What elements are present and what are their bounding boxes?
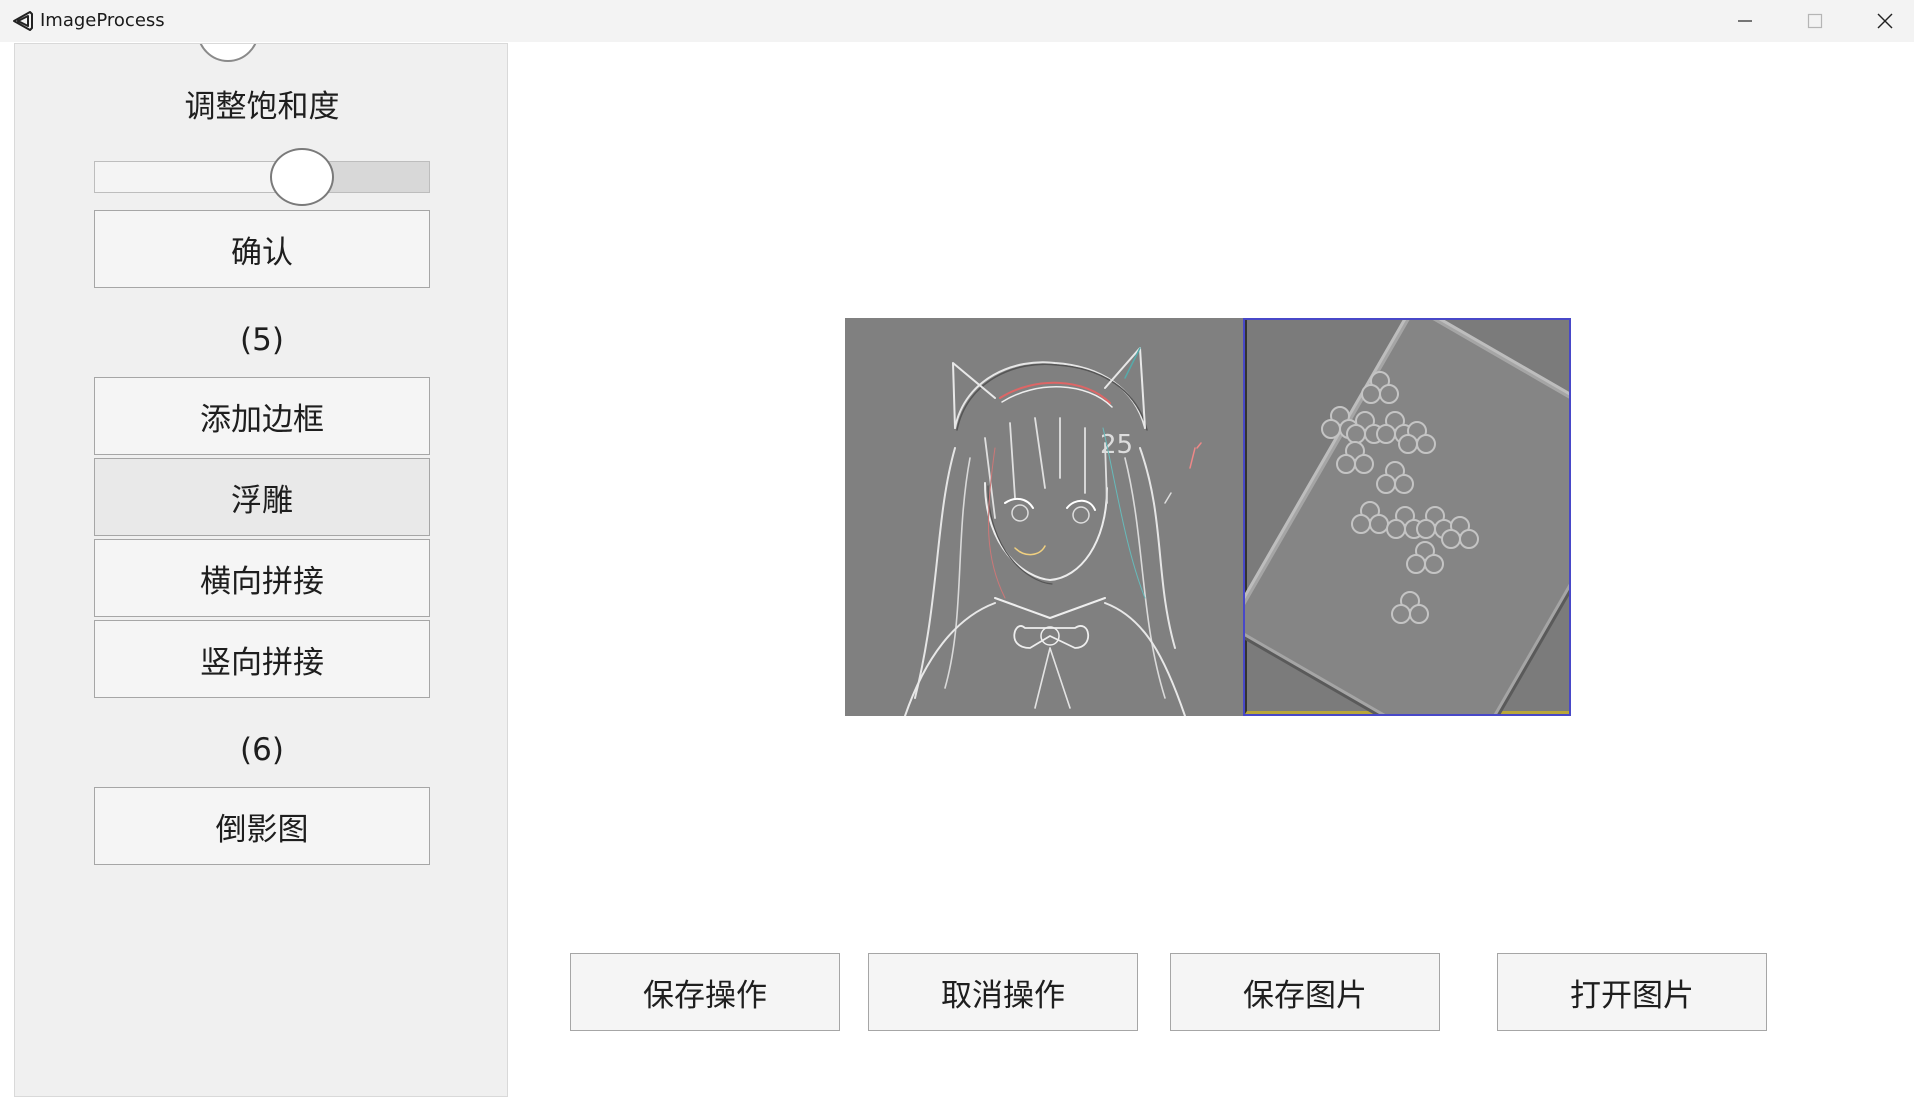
saturation-slider-track[interactable] bbox=[94, 161, 430, 193]
save-image-button[interactable]: 保存图片 bbox=[1170, 953, 1440, 1031]
club-pips-drawing bbox=[1321, 371, 1479, 624]
section-6-label: (6) bbox=[240, 732, 284, 768]
reflection-button[interactable]: 倒影图 bbox=[94, 787, 430, 865]
section-5-label: (5) bbox=[240, 322, 284, 358]
club-pip bbox=[1376, 461, 1414, 494]
embossed-card-image bbox=[1243, 318, 1571, 716]
save-operation-button[interactable]: 保存操作 bbox=[570, 953, 840, 1031]
previous-slider-thumb[interactable] bbox=[197, 44, 259, 62]
club-pip bbox=[1391, 591, 1429, 624]
open-image-button[interactable]: 打开图片 bbox=[1497, 953, 1767, 1031]
cancel-operation-button[interactable]: 取消操作 bbox=[868, 953, 1138, 1031]
horizontal-join-button[interactable]: 横向拼接 bbox=[94, 539, 430, 617]
close-button[interactable] bbox=[1850, 0, 1914, 42]
app-window: ImageProcess 调整饱和度 确认 (5) 添加边框 浮雕 横向拼接 竖… bbox=[0, 0, 1914, 1120]
image-canvas: 25 bbox=[845, 318, 1571, 716]
vertical-join-button[interactable]: 竖向拼接 bbox=[94, 620, 430, 698]
anime-girl-emboss-drawing: 25 bbox=[904, 347, 1202, 716]
maximize-button[interactable] bbox=[1780, 0, 1850, 42]
embossed-anime-image: 25 bbox=[845, 318, 1243, 716]
control-panel[interactable]: 调整饱和度 确认 (5) 添加边框 浮雕 横向拼接 竖向拼接 (6) 倒影图 bbox=[14, 43, 508, 1097]
club-pip bbox=[1361, 371, 1399, 404]
club-pip bbox=[1351, 501, 1389, 534]
emboss-button[interactable]: 浮雕 bbox=[94, 458, 430, 536]
confirm-button[interactable]: 确认 bbox=[94, 210, 430, 288]
title-bar: ImageProcess bbox=[0, 0, 1914, 42]
club-pip bbox=[1336, 441, 1374, 474]
maximize-icon bbox=[1807, 13, 1823, 29]
app-logo-icon bbox=[13, 11, 33, 31]
window-title: ImageProcess bbox=[40, 10, 165, 31]
minimize-icon bbox=[1738, 20, 1752, 22]
close-icon bbox=[1877, 13, 1893, 29]
add-border-button[interactable]: 添加边框 bbox=[94, 377, 430, 455]
minimize-button[interactable] bbox=[1710, 0, 1780, 42]
saturation-slider-thumb[interactable] bbox=[270, 148, 335, 206]
saturation-label: 调整饱和度 bbox=[184, 89, 340, 125]
club-pip bbox=[1406, 541, 1444, 574]
